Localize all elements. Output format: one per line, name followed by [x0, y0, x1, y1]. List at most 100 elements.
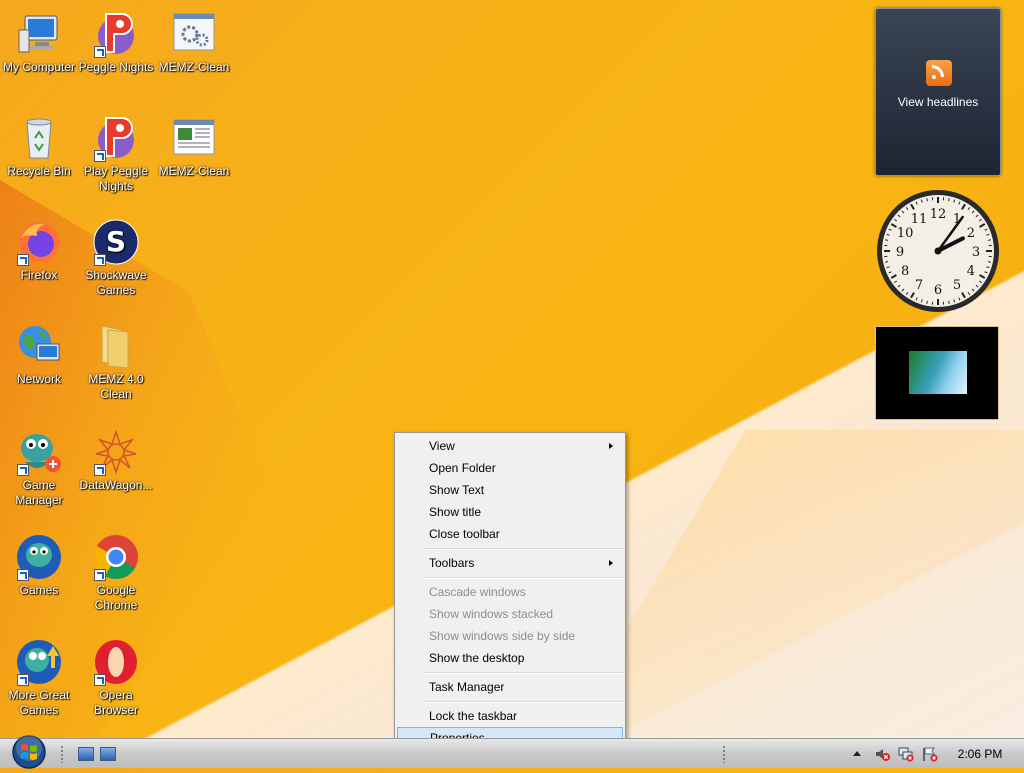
slideshow-image — [909, 351, 967, 394]
menu-item-show-windows-stacked: Show windows stacked — [397, 603, 623, 625]
slideshow-gadget[interactable] — [875, 326, 999, 420]
clock-number: 6 — [934, 283, 942, 298]
firefox-icon — [15, 218, 63, 266]
show-desktop-icon[interactable] — [78, 747, 94, 761]
desktop-icon-label: MEMZ-Clean — [154, 164, 234, 179]
shortcut-arrow-icon — [17, 254, 29, 266]
desktop-icon-label: Peggle Nights — [76, 60, 156, 75]
switch-windows-icon[interactable] — [100, 747, 116, 761]
clock-tick — [988, 240, 991, 241]
menu-item-view[interactable]: View — [397, 435, 623, 457]
shortcut-arrow-icon — [94, 254, 106, 266]
menu-item-label: View — [429, 439, 455, 453]
shockwave-icon: S — [92, 218, 140, 266]
menu-item-lock-taskbar[interactable]: Lock the taskbar — [397, 705, 623, 727]
network-error-icon[interactable] — [898, 746, 914, 762]
toolbar-grip[interactable] — [722, 745, 726, 763]
menu-separator — [425, 577, 623, 579]
desktop-icon-label: My Computer — [0, 60, 79, 75]
feed-headlines-gadget[interactable]: View headlines — [875, 8, 1001, 176]
network-globe-icon — [15, 322, 63, 370]
menu-separator — [425, 548, 623, 550]
taskbar-context-menu: View Open Folder Show Text Show title Cl… — [394, 432, 626, 751]
desktop-icon-memz-folder[interactable]: MEMZ 4.0 Clean — [76, 322, 156, 402]
desktop-icon-label: Network — [0, 372, 79, 387]
menu-item-show-windows-side-by-side: Show windows side by side — [397, 625, 623, 647]
menu-separator — [425, 701, 623, 703]
clock-tick — [885, 240, 888, 241]
desktop-icon-games[interactable]: Games — [0, 533, 79, 598]
volume-muted-icon[interactable] — [874, 746, 890, 762]
menu-item-open-folder[interactable]: Open Folder — [397, 457, 623, 479]
desktop-icon-shockwave-games[interactable]: S Shockwave Games — [76, 218, 156, 298]
taskbar-clock[interactable]: 2:06 PM — [952, 739, 1008, 769]
desktop-icon-label: MEMZ 4.0 Clean — [76, 372, 156, 402]
rss-feed-icon — [926, 60, 952, 86]
desktop-icon-label: Opera Browser — [76, 688, 156, 718]
document-window-icon — [170, 114, 218, 162]
my-computer-icon — [15, 10, 63, 58]
desktop-icon-datawagon[interactable]: DataWagon... — [76, 428, 156, 493]
start-button[interactable] — [8, 734, 50, 770]
desktop-icon-game-manager[interactable]: Game Manager — [0, 428, 79, 508]
desktop-icon-recycle-bin[interactable]: Recycle Bin — [0, 114, 79, 179]
menu-item-task-manager[interactable]: Task Manager — [397, 676, 623, 698]
desktop-icon-firefox[interactable]: Firefox — [0, 218, 79, 283]
clock-number: 7 — [915, 278, 923, 293]
menu-item-show-desktop[interactable]: Show the desktop — [397, 647, 623, 669]
desktop-icon-opera-browser[interactable]: Opera Browser — [76, 638, 156, 718]
menu-item-label: Toolbars — [429, 556, 474, 570]
clock-number: 10 — [897, 226, 914, 241]
desktop-icon-play-peggle-nights[interactable]: Play Peggle Nights — [76, 114, 156, 194]
menu-item-show-text[interactable]: Show Text — [397, 479, 623, 501]
peggle-icon — [92, 10, 140, 58]
desktop-icon-label: Firefox — [0, 268, 79, 283]
action-center-flag-icon[interactable] — [922, 746, 938, 762]
view-headlines-link[interactable]: View headlines — [876, 95, 1000, 109]
desktop-icon-peggle-nights[interactable]: Peggle Nights — [76, 10, 156, 75]
clock-number: 5 — [953, 278, 961, 293]
chrome-icon — [92, 533, 140, 581]
desktop-icon-my-computer[interactable]: My Computer — [0, 10, 79, 75]
clock-tick — [988, 262, 991, 263]
shortcut-arrow-icon — [94, 464, 106, 476]
desktop-icon-memz-clean-2[interactable]: MEMZ-Clean — [154, 114, 234, 179]
clock-number: 2 — [967, 226, 975, 241]
desktop-icon-label: Recycle Bin — [0, 164, 79, 179]
desktop-icon-google-chrome[interactable]: Google Chrome — [76, 533, 156, 613]
shortcut-arrow-icon — [17, 674, 29, 686]
clock-number: 9 — [896, 245, 904, 260]
peggle-icon — [92, 114, 140, 162]
desktop-icon-network[interactable]: Network — [0, 322, 79, 387]
analog-clock-face: 121234567891011 — [875, 188, 1001, 314]
more-games-icon — [15, 638, 63, 686]
shortcut-arrow-icon — [17, 569, 29, 581]
desktop-icon-label: DataWagon... — [76, 478, 156, 493]
submenu-arrow-icon — [609, 560, 613, 566]
shortcut-arrow-icon — [94, 46, 106, 58]
folder-icon — [92, 322, 140, 370]
game-manager-icon — [15, 428, 63, 476]
wallpaper-band — [560, 430, 1024, 740]
clock-tick — [949, 301, 950, 304]
clock-number: 12 — [930, 207, 947, 222]
clock-number: 8 — [901, 264, 909, 279]
shortcut-arrow-icon — [17, 464, 29, 476]
taskbar[interactable]: 2:06 PM — [0, 738, 1024, 768]
menu-item-toolbars[interactable]: Toolbars — [397, 552, 623, 574]
gear-settings-icon — [170, 10, 218, 58]
desktop-icon-more-great-games[interactable]: More Great Games — [0, 638, 79, 718]
clock-gadget[interactable]: 121234567891011 — [875, 188, 1001, 314]
menu-separator — [425, 672, 623, 674]
menu-item-close-toolbar[interactable]: Close toolbar — [397, 523, 623, 545]
shortcut-arrow-icon — [94, 150, 106, 162]
clock-number: 4 — [967, 264, 975, 279]
show-hidden-icons-icon[interactable] — [853, 751, 861, 756]
games-icon — [15, 533, 63, 581]
submenu-arrow-icon — [609, 443, 613, 449]
desktop-icon-memz-clean-1[interactable]: MEMZ-Clean — [154, 10, 234, 75]
toolbar-grip[interactable] — [60, 745, 64, 763]
desktop-icon-label: Google Chrome — [76, 583, 156, 613]
menu-item-show-title[interactable]: Show title — [397, 501, 623, 523]
desktop-icon-label: Game Manager — [0, 478, 79, 508]
